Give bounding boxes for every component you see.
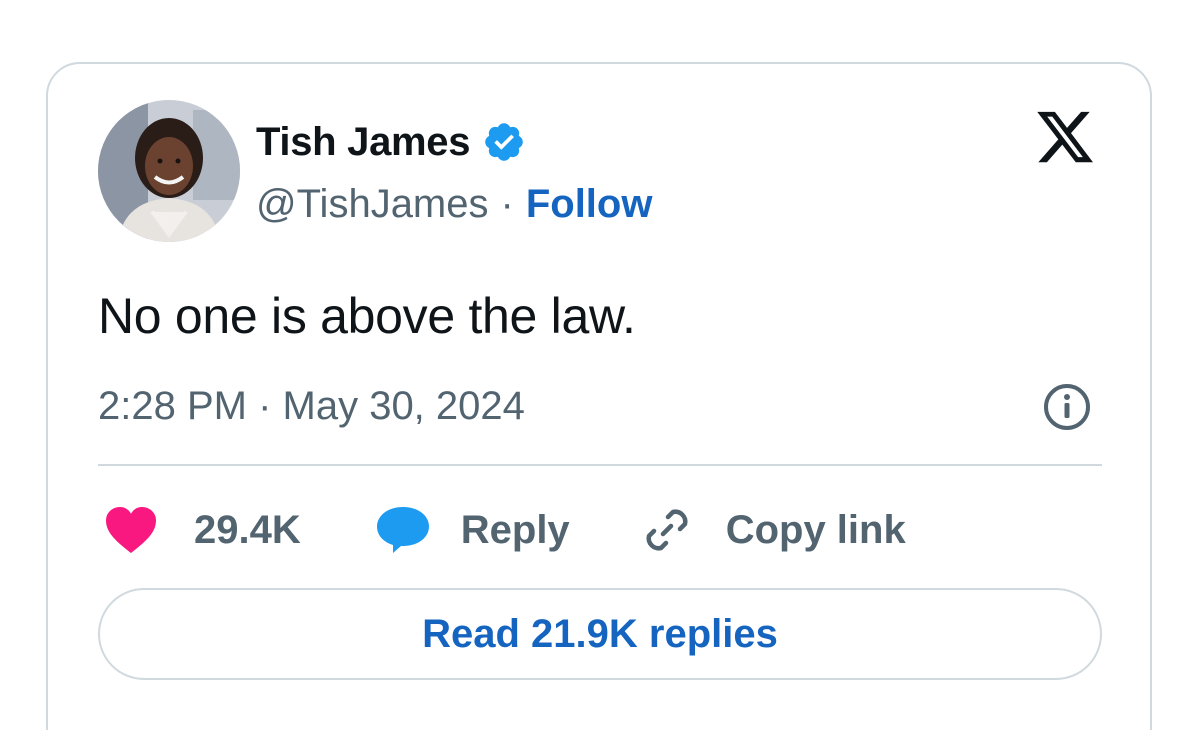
tweet-text: No one is above the law. — [98, 288, 636, 344]
author-name[interactable]: Tish James — [256, 120, 470, 165]
follow-button[interactable]: Follow — [526, 182, 653, 227]
read-replies-button[interactable]: Read 21.9K replies — [98, 588, 1102, 680]
tweet-card: Tish James @TishJames · Follow No one is… — [46, 62, 1152, 730]
handle-row: @TishJames · Follow — [256, 178, 652, 230]
tweet-timestamp[interactable]: 2:28 PM · May 30, 2024 — [98, 380, 525, 432]
x-logo-icon[interactable] — [1034, 106, 1096, 168]
like-count: 29.4K — [194, 507, 301, 552]
info-icon[interactable] — [1042, 382, 1092, 432]
separator-dot: · — [500, 181, 514, 226]
heart-icon — [106, 507, 156, 553]
reply-button[interactable]: Reply — [375, 505, 570, 555]
divider — [98, 464, 1102, 466]
verified-badge-icon — [485, 123, 523, 161]
copy-link-label: Copy link — [725, 507, 906, 552]
action-bar: 29.4K Reply Copy link — [104, 502, 906, 558]
author-handle[interactable]: @TishJames — [256, 182, 489, 227]
author-name-row: Tish James — [256, 116, 526, 168]
avatar[interactable] — [98, 100, 240, 242]
reply-label: Reply — [460, 507, 570, 552]
copy-link-button[interactable]: Copy link — [640, 503, 906, 557]
like-button[interactable]: 29.4K — [104, 505, 301, 555]
link-icon — [646, 509, 688, 551]
speech-bubble-icon — [376, 507, 429, 553]
avatar-photo — [98, 100, 240, 242]
